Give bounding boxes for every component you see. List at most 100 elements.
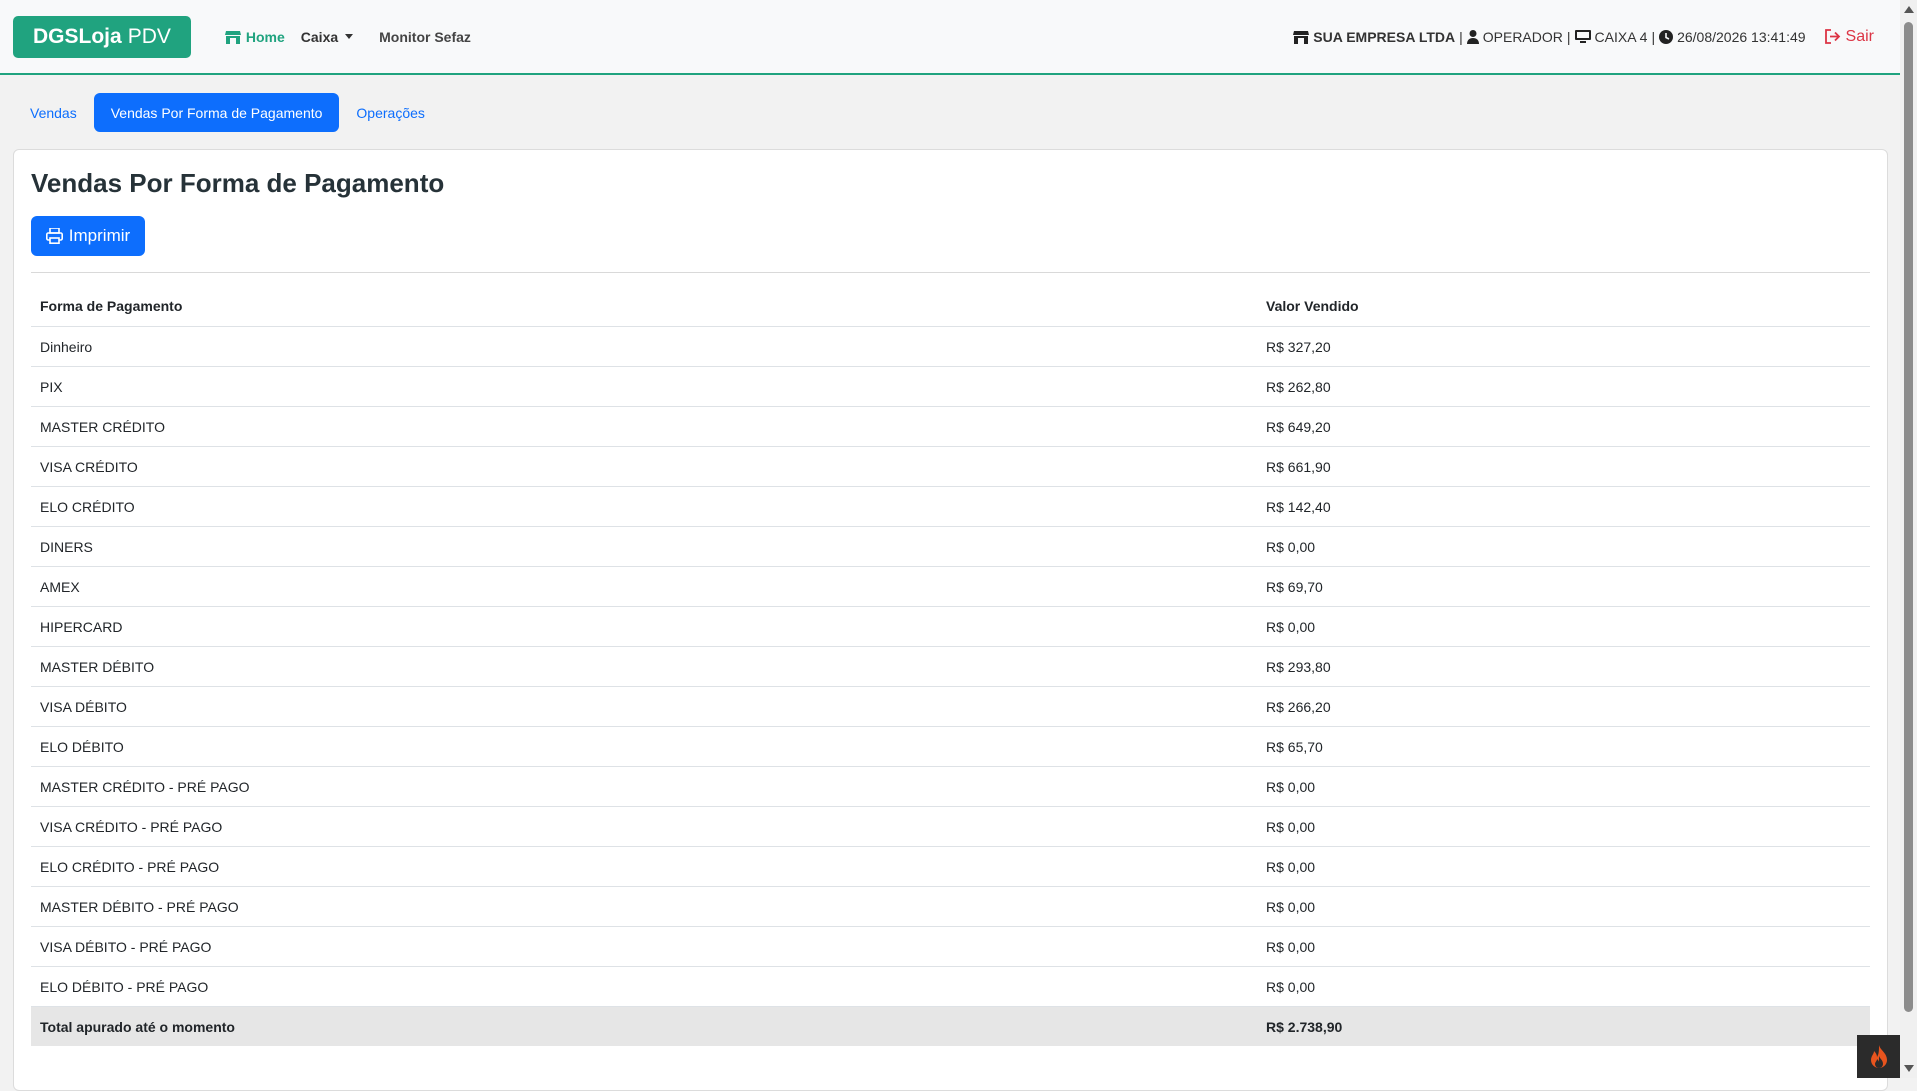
separator: |	[1459, 28, 1463, 45]
amount-sold-cell: R$ 266,20	[1257, 686, 1870, 727]
divider	[31, 272, 1870, 273]
tab-operacoes[interactable]: Operações	[345, 93, 435, 132]
payment-method-cell: ELO DÉBITO - PRÉ PAGO	[31, 966, 1257, 1007]
payment-method-cell: HIPERCARD	[31, 606, 1257, 647]
column-header-payment-method: Forma de Pagamento	[31, 286, 1257, 327]
user-icon	[1466, 29, 1479, 44]
table-header-row: Forma de Pagamento Valor Vendido	[31, 286, 1870, 327]
payment-method-cell: MASTER CRÉDITO - PRÉ PAGO	[31, 766, 1257, 807]
store-icon	[1293, 30, 1310, 44]
table-row: MASTER DÉBITO - PRÉ PAGO R$ 0,00	[31, 886, 1870, 927]
amount-sold-cell: R$ 0,00	[1257, 926, 1870, 967]
amount-sold-cell: R$ 649,20	[1257, 406, 1870, 447]
table-row: ELO CRÉDITO R$ 142,40	[31, 486, 1870, 527]
table-row: ELO DÉBITO - PRÉ PAGO R$ 0,00	[31, 966, 1870, 1007]
amount-sold-cell: R$ 293,80	[1257, 646, 1870, 687]
payment-method-cell: ELO CRÉDITO	[31, 486, 1257, 527]
payment-method-cell: MASTER DÉBITO	[31, 646, 1257, 687]
payment-method-cell: VISA DÉBITO	[31, 686, 1257, 727]
store-icon	[224, 30, 241, 44]
table-total-row: Total apurado até o momento R$ 2.738,90	[31, 1006, 1870, 1046]
amount-sold-cell: R$ 142,40	[1257, 486, 1870, 527]
session-datetime: 26/08/2026 13:41:49	[1677, 28, 1806, 45]
flame-icon	[1869, 1044, 1889, 1069]
payment-method-cell: Dinheiro	[31, 326, 1257, 367]
vertical-scrollbar[interactable]	[1900, 0, 1917, 1078]
table-row: ELO DÉBITO R$ 65,70	[31, 726, 1870, 767]
table-row: MASTER CRÉDITO R$ 649,20	[31, 406, 1870, 447]
logout-label: Sair	[1845, 27, 1874, 45]
nav-caixa-dropdown[interactable]: Caixa	[293, 17, 361, 57]
nav-home[interactable]: Home	[217, 17, 293, 57]
floating-widget[interactable]	[1857, 1035, 1900, 1078]
clock-icon	[1659, 29, 1674, 44]
tab-vendas-por-forma-de-pagamento[interactable]: Vendas Por Forma de Pagamento	[93, 93, 340, 132]
operator-name: OPERADOR	[1482, 28, 1563, 45]
table-row: PIX R$ 262,80	[31, 366, 1870, 407]
page-title: Vendas Por Forma de Pagamento	[31, 168, 445, 198]
company-name: SUA EMPRESA LTDA	[1313, 28, 1456, 45]
nav-monitor-label: Monitor Sefaz	[379, 28, 471, 45]
session-info: SUA EMPRESA LTDA | OPERADOR | CAIXA 4 | …	[1293, 0, 1874, 73]
logout-button[interactable]: Sair	[1824, 28, 1874, 46]
scrollbar-thumb[interactable]	[1904, 22, 1913, 1012]
payment-method-cell: VISA DÉBITO - PRÉ PAGO	[31, 926, 1257, 967]
nav-caixa-label: Caixa	[300, 28, 339, 45]
scroll-up-arrow-icon[interactable]	[1904, 6, 1914, 13]
table-row: ELO CRÉDITO - PRÉ PAGO R$ 0,00	[31, 846, 1870, 887]
brand-suffix: PDV	[127, 24, 171, 48]
table-row: MASTER CRÉDITO - PRÉ PAGO R$ 0,00	[31, 766, 1870, 807]
table-row: VISA CRÉDITO - PRÉ PAGO R$ 0,00	[31, 806, 1870, 847]
amount-sold-cell: R$ 0,00	[1257, 886, 1870, 927]
amount-sold-cell: R$ 0,00	[1257, 766, 1870, 807]
payment-method-cell: VISA CRÉDITO	[31, 446, 1257, 487]
amount-sold-cell: R$ 327,20	[1257, 326, 1870, 367]
amount-sold-cell: R$ 661,90	[1257, 446, 1870, 487]
column-header-amount-sold: Valor Vendido	[1257, 286, 1870, 327]
table-row: Dinheiro R$ 327,20	[31, 326, 1870, 367]
table-row: AMEX R$ 69,70	[31, 566, 1870, 607]
scroll-down-arrow-icon[interactable]	[1904, 1065, 1914, 1072]
monitor-icon	[1574, 29, 1591, 44]
print-button-label: Imprimir	[68, 226, 131, 245]
table-row: VISA DÉBITO - PRÉ PAGO R$ 0,00	[31, 926, 1870, 967]
payment-method-cell: ELO DÉBITO	[31, 726, 1257, 767]
brand-logo[interactable]: DGSLoja PDV	[13, 15, 191, 58]
payment-method-cell: MASTER CRÉDITO	[31, 406, 1257, 447]
payment-method-cell: ELO CRÉDITO - PRÉ PAGO	[31, 846, 1257, 887]
amount-sold-cell: R$ 0,00	[1257, 806, 1870, 847]
table-row: HIPERCARD R$ 0,00	[31, 606, 1870, 647]
payment-method-cell: VISA CRÉDITO - PRÉ PAGO	[31, 806, 1257, 847]
report-tabs: Vendas Vendas Por Forma de Pagamento Ope…	[19, 93, 436, 132]
amount-sold-cell: R$ 0,00	[1257, 846, 1870, 887]
payment-method-cell: AMEX	[31, 566, 1257, 607]
logout-icon	[1824, 29, 1841, 44]
nav-monitor-sefaz[interactable]: Monitor Sefaz	[371, 17, 479, 57]
amount-sold-cell: R$ 0,00	[1257, 606, 1870, 647]
tab-vendas[interactable]: Vendas	[19, 93, 88, 132]
total-label: Total apurado até o momento	[31, 1006, 1257, 1046]
amount-sold-cell: R$ 262,80	[1257, 366, 1870, 407]
separator: |	[1651, 28, 1656, 45]
printer-icon	[45, 228, 63, 244]
register-name: CAIXA 4	[1594, 28, 1648, 45]
total-value: R$ 2.738,90	[1257, 1006, 1870, 1046]
report-card: Vendas Por Forma de Pagamento Imprimir F…	[13, 149, 1888, 1091]
amount-sold-cell: R$ 0,00	[1257, 966, 1870, 1007]
table-row: VISA DÉBITO R$ 266,20	[31, 686, 1870, 727]
nav-home-label: Home	[245, 28, 285, 45]
table-row: DINERS R$ 0,00	[31, 526, 1870, 567]
amount-sold-cell: R$ 65,70	[1257, 726, 1870, 767]
print-button[interactable]: Imprimir	[31, 216, 145, 256]
payment-method-cell: MASTER DÉBITO - PRÉ PAGO	[31, 886, 1257, 927]
brand-name: DGSLoja	[33, 24, 122, 48]
table-body: Dinheiro R$ 327,20 PIX R$ 262,80 MASTER CRÉD…	[31, 326, 1870, 1007]
table-row: VISA CRÉDITO R$ 661,90	[31, 446, 1870, 487]
amount-sold-cell: R$ 0,00	[1257, 526, 1870, 567]
table-row: MASTER DÉBITO R$ 293,80	[31, 646, 1870, 687]
main-nav: Home Caixa Monitor Sefaz	[217, 17, 479, 57]
separator: |	[1566, 28, 1571, 45]
payment-methods-table: Forma de Pagamento Valor Vendido Dinheir…	[31, 286, 1870, 1046]
top-navbar: DGSLoja PDV Home Caixa Monitor Sefaz SUA…	[0, 0, 1900, 75]
payment-method-cell: DINERS	[31, 526, 1257, 567]
